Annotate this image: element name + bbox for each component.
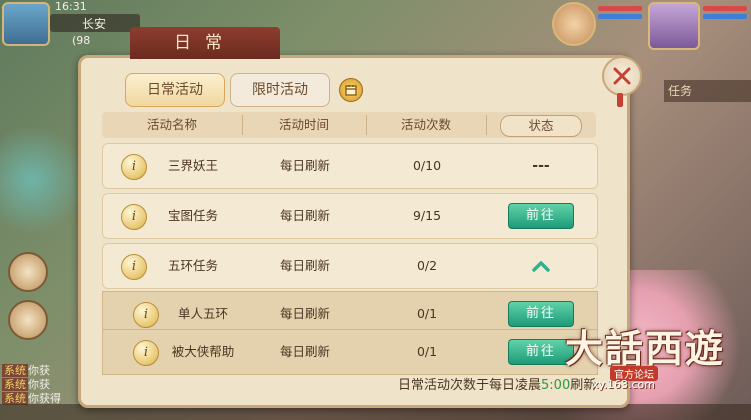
chevron-up-icon[interactable] [531,258,551,274]
refresh-time: 5:00 [541,378,571,393]
calendar-glyph [345,85,357,96]
activity-time: 每日刷新 [279,344,330,359]
player-avatar[interactable] [648,2,700,50]
activity-count: 0/2 [416,258,438,273]
player-mp-bar [703,14,747,19]
tab-daily-activities[interactable]: 日常活动 [125,73,225,107]
activity-count: 9/15 [412,208,442,223]
pet-mp-bar [598,14,642,19]
refresh-note: 日常活动次数于每日凌晨5:00刷新 [398,374,596,393]
pet-avatar[interactable] [552,2,596,46]
activity-row[interactable]: i 宝图任务 每日刷新 9/15 前往 [102,193,598,239]
close-icon [613,67,631,85]
panel-title: 日常 [130,27,280,59]
activity-time: 每日刷新 [279,208,330,223]
column-divider [486,115,487,135]
forum-url: xy.163.com [592,378,655,391]
go-button[interactable]: 前往 [508,203,574,229]
activity-name: 五环任务 [167,258,218,273]
activity-time: 每日刷新 [279,158,330,173]
column-activity-count: 活动次数 [400,117,451,132]
friends-button[interactable] [8,252,48,292]
activity-name: 宝图任务 [167,208,218,223]
garden-foliage [0,120,80,240]
activity-time: 每日刷新 [279,258,330,273]
column-activity-time: 活动时间 [278,117,329,132]
pet-hp-bar [598,6,642,11]
tab-limited-activities[interactable]: 限时活动 [230,73,330,107]
activity-name: 被大侠帮助 [171,344,235,359]
calendar-icon[interactable] [339,78,363,102]
activity-row[interactable]: i 三界妖王 每日刷新 0/10 --- [102,143,598,189]
activity-group-row[interactable]: i 五环任务 每日刷新 0/2 [102,243,598,289]
world-map-icon[interactable] [2,2,50,46]
activity-count: 0/1 [416,344,438,359]
player-hp-bar [703,6,747,11]
activity-table-header: 活动名称 活动时间 活动次数 状态 [102,112,596,138]
activity-count: 0/10 [412,158,442,173]
refresh-note-prefix: 日常活动次数于每日凌晨 [398,378,542,393]
task-tracker-label[interactable]: 任务 [664,80,751,102]
activity-subrow[interactable]: i 被大侠帮助 每日刷新 0/1 前往 [102,329,598,375]
column-status: 状态 [500,115,582,137]
clock: 16:31 [55,0,87,13]
close-tassel-decoration [617,93,623,107]
game-logo-watermark: 大話西遊 [565,326,726,371]
activity-name: 三界妖王 [167,158,218,173]
close-button[interactable] [602,56,642,96]
location-coord: (98 [72,34,91,47]
activity-status-none: --- [532,158,550,174]
location-name: 长安 [82,17,107,31]
chat-button[interactable] [8,300,48,340]
column-activity-name: 活动名称 [146,117,197,132]
